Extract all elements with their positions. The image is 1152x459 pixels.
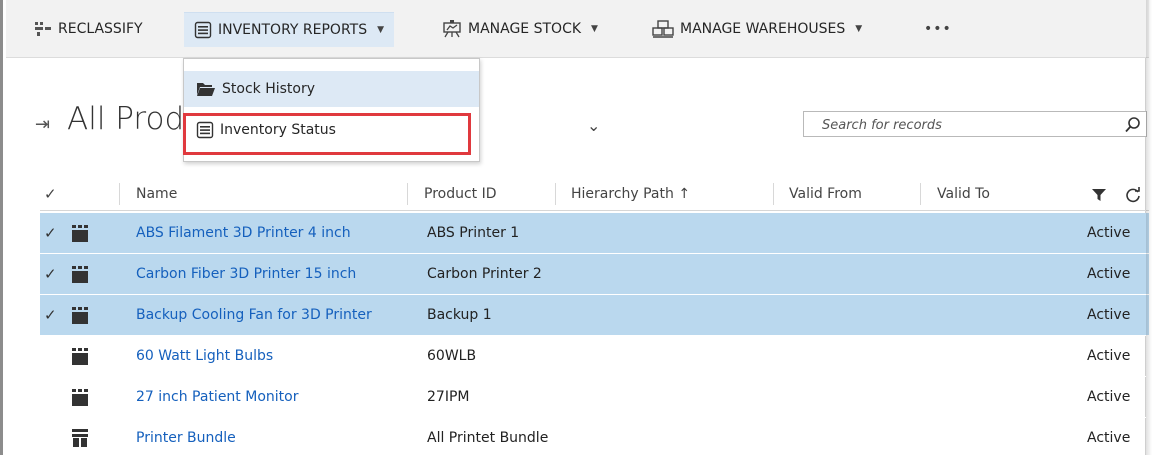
product-icon [72,348,88,365]
reclassify-label: RECLASSIFY [58,21,143,37]
inventory-reports-label: INVENTORY REPORTS [218,22,368,38]
select-all-checkbox[interactable]: ✓ [44,178,57,210]
chevron-down-icon: ▼ [855,24,863,34]
reclassify-button[interactable]: RECLASSIFY [34,12,143,46]
row-status: Active [1087,389,1131,405]
report-list-icon [196,121,214,139]
reclassify-icon [35,22,51,36]
menu-item-label: Inventory Status [220,122,336,138]
product-icon [72,225,88,242]
warehouse-icon [652,20,674,38]
menu-item-label: Stock History [222,81,316,97]
bundle-icon [72,429,88,447]
row-name-link[interactable]: Printer Bundle [136,418,236,458]
table-row[interactable]: ✓ ABS Filament 3D Printer 4 inch ABS Pri… [40,213,1149,254]
column-header-product-id[interactable]: Product ID [424,178,497,210]
table-row[interactable]: ✓ Carbon Fiber 3D Printer 15 inch Carbon… [40,254,1149,295]
row-check-icon[interactable]: ✓ [44,213,57,253]
row-product-id: All Printet Bundle [427,430,549,446]
row-product-id: Carbon Printer 2 [427,266,542,282]
row-check-icon[interactable]: ✓ [44,295,57,335]
report-list-icon [194,21,212,39]
manage-warehouses-button[interactable]: MANAGE WAREHOUSES ▼ [652,12,862,46]
menu-item-inventory-status[interactable]: Inventory Status [184,112,479,148]
row-product-id: Backup 1 [427,307,492,323]
column-header-hierarchy-path[interactable]: Hierarchy Path ↑ [571,178,690,210]
search-icon[interactable] [1124,116,1142,134]
table-row[interactable]: 27 inch Patient Monitor 27IPM Active [40,377,1149,418]
inventory-reports-menu: Stock History Inventory Status [183,58,480,162]
column-header-name[interactable]: Name [136,178,177,210]
more-commands-button[interactable]: ••• [924,21,952,37]
table-row[interactable]: ✓ Backup Cooling Fan for 3D Printer Back… [40,295,1149,336]
search-box [803,111,1147,137]
row-product-id: 27IPM [427,389,470,405]
chevron-down-icon: ▼ [377,25,385,35]
row-product-id: ABS Printer 1 [427,225,520,241]
search-input[interactable] [820,113,1124,137]
manage-stock-button[interactable]: MANAGE STOCK ▼ [442,12,598,46]
column-header-valid-from[interactable]: Valid From [789,178,862,210]
table-row[interactable]: 60 Watt Light Bulbs 60WLB Active [40,336,1149,377]
row-status: Active [1087,307,1131,323]
filter-icon[interactable] [1092,188,1106,202]
column-header-valid-to[interactable]: Valid To [937,178,990,210]
command-bar: RECLASSIFY INVENTORY REPORTS ▼ MANAGE ST… [6,0,1149,58]
stock-presentation-icon [443,20,461,38]
row-check-icon[interactable]: ✓ [44,254,57,294]
row-name-link[interactable]: 60 Watt Light Bulbs [136,336,273,376]
row-status: Active [1087,266,1131,282]
pin-icon[interactable]: ⇥ [35,114,50,135]
manage-stock-label: MANAGE STOCK [468,21,582,37]
menu-item-stock-history[interactable]: Stock History [184,71,479,107]
view-selector-chevron-icon[interactable]: ⌄ [587,116,600,135]
row-status: Active [1087,430,1131,446]
row-name-link[interactable]: Carbon Fiber 3D Printer 15 inch [136,254,356,294]
table-row[interactable]: Printer Bundle All Printet Bundle Active [40,418,1149,459]
row-name-link[interactable]: ABS Filament 3D Printer 4 inch [136,213,351,253]
manage-warehouses-label: MANAGE WAREHOUSES [680,21,846,37]
row-name-link[interactable]: Backup Cooling Fan for 3D Printer [136,295,372,335]
inventory-reports-button[interactable]: INVENTORY REPORTS ▼ [184,12,395,47]
row-status: Active [1087,348,1131,364]
row-name-link[interactable]: 27 inch Patient Monitor [136,377,298,417]
app-window: RECLASSIFY INVENTORY REPORTS ▼ MANAGE ST… [0,0,1149,459]
folder-open-icon [197,83,215,96]
product-icon [72,307,88,324]
refresh-icon[interactable] [1125,187,1141,203]
grid-header: ✓ Name Product ID Hierarchy Path ↑ Valid… [40,178,1149,211]
row-status: Active [1087,225,1131,241]
row-product-id: 60WLB [427,348,477,364]
window-shadow [1146,0,1152,455]
product-icon [72,389,88,406]
chevron-down-icon: ▼ [591,24,598,34]
product-icon [72,266,88,283]
